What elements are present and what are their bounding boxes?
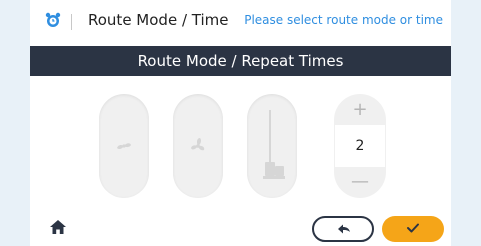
mode-fan-low-button[interactable] <box>99 94 149 198</box>
home-icon[interactable] <box>49 219 67 235</box>
alarm-clock-icon <box>45 12 61 27</box>
section-bar: Route Mode / Repeat Times <box>30 46 451 76</box>
section-title: Route Mode / Repeat Times <box>137 52 344 70</box>
increment-button[interactable]: + <box>334 97 386 123</box>
fan-icon <box>191 138 205 151</box>
repeat-times-stepper: + 2 — <box>334 94 386 198</box>
back-arrow-icon <box>338 224 350 234</box>
confirm-button[interactable] <box>382 216 444 242</box>
mode-mop-button[interactable] <box>247 94 297 198</box>
page-title: Route Mode / Time <box>88 11 229 29</box>
mop-icon <box>263 110 285 179</box>
back-button[interactable] <box>312 216 374 242</box>
header: Route Mode / Time Please select route mo… <box>30 0 451 44</box>
mode-selection-area: + 2 — <box>30 76 451 200</box>
header-divider <box>71 14 72 30</box>
check-icon <box>407 223 419 233</box>
hint-text: Please select route mode or time <box>244 13 443 27</box>
decrement-button[interactable]: — <box>334 169 386 195</box>
fan-icon <box>117 143 131 150</box>
mode-fan-high-button[interactable] <box>173 94 223 198</box>
repeat-times-value: 2 <box>335 125 385 167</box>
footer-bar <box>30 206 451 246</box>
route-mode-panel: Route Mode / Time Please select route mo… <box>30 0 451 246</box>
